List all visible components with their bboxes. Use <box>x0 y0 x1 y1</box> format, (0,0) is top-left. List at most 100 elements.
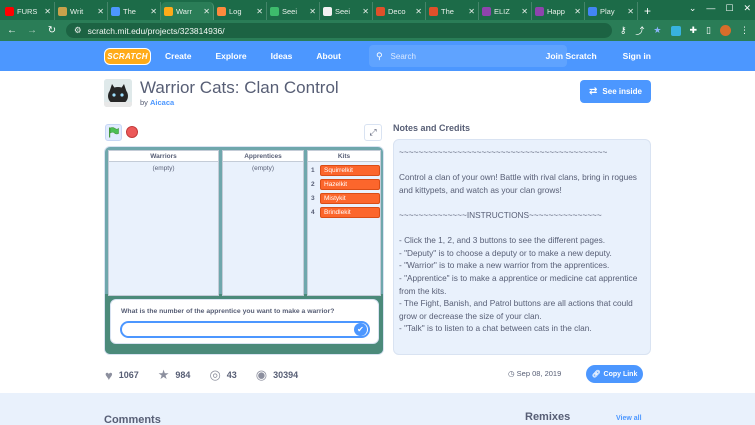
browser-tab[interactable]: Log ✕ <box>214 2 267 20</box>
nav-about[interactable]: About <box>310 51 347 61</box>
maximize-icon[interactable]: ☐ <box>725 3 733 14</box>
fullscreen-icon: ⤢ <box>369 127 377 137</box>
tab-close-icon[interactable]: ✕ <box>362 7 369 16</box>
tab-close-icon[interactable]: ✕ <box>468 7 475 16</box>
list-item-value[interactable]: Brindlekit <box>320 206 380 218</box>
tab-close-icon[interactable]: ✕ <box>203 7 210 16</box>
list-item: 4 Brindlekit <box>308 206 380 218</box>
favorite-stat[interactable]: ★ 984 <box>158 367 191 383</box>
tab-favicon-icon <box>270 6 279 16</box>
project-stats: ♥ 1067 ★ 984 ◎ 43 ◉ 30394 <box>105 367 317 383</box>
browser-tab[interactable]: Happ ✕ <box>532 2 585 20</box>
browser-tab[interactable]: ELIZ ✕ <box>479 2 532 20</box>
eye-icon: ◉ <box>255 367 268 382</box>
ask-question: What is the number of the apprentice you… <box>121 308 335 315</box>
site-info-icon[interactable]: ⚙ <box>74 25 82 36</box>
list-item-value[interactable]: Squirrelkit <box>320 164 380 176</box>
notes-text: ~~~~~~~~~~~~~~~~~~~~~~~~~~~~~~~~~~~~~~~~… <box>393 139 651 355</box>
new-tab-button[interactable]: + <box>638 2 657 20</box>
view-all-link[interactable]: View all <box>616 415 642 422</box>
nav-auth: Join Scratch Sign in <box>546 51 651 61</box>
tab-close-icon[interactable]: ✕ <box>256 7 263 16</box>
profile-avatar[interactable] <box>720 25 731 36</box>
nav-ideas[interactable]: Ideas <box>265 51 299 61</box>
scratch-logo[interactable]: SCRATCH <box>104 47 151 65</box>
list-item-index: 2 <box>311 180 315 188</box>
notes-title: Notes and Credits <box>393 123 471 133</box>
list-item-value[interactable]: Mistykit <box>320 192 380 204</box>
tab-favicon-icon <box>429 6 438 16</box>
join-scratch-link[interactable]: Join Scratch <box>546 51 597 61</box>
url-field[interactable]: ⚙ scratch.mit.edu/projects/323814936/ <box>66 23 612 38</box>
answer-input[interactable]: ✔ <box>120 321 370 338</box>
tab-close-icon[interactable]: ✕ <box>309 7 316 16</box>
tab-favicon-icon <box>482 6 491 16</box>
forward-icon[interactable]: → <box>26 25 38 36</box>
list-monitor-warriors: Warriors (empty) <box>108 150 219 296</box>
search-input[interactable]: ⚲ Search <box>368 45 567 67</box>
key-icon[interactable]: ⚷ <box>620 25 627 36</box>
browser-tab[interactable]: FURS ✕ <box>2 2 55 20</box>
close-window-icon[interactable]: ✕ <box>743 3 751 14</box>
back-icon[interactable]: ← <box>6 25 18 36</box>
love-stat[interactable]: ♥ 1067 <box>105 368 139 383</box>
minimize-icon[interactable]: — <box>706 3 715 14</box>
extension-icon[interactable] <box>670 25 681 36</box>
browser-tab[interactable]: Play ✕ <box>585 2 638 20</box>
list-item-value[interactable]: Hazelkit <box>320 178 380 190</box>
chevron-down-icon[interactable]: ⌄ <box>689 3 697 14</box>
tab-close-icon[interactable]: ✕ <box>574 7 581 16</box>
remixes-heading: Remixes <box>525 411 571 423</box>
browser-tab[interactable]: Deco ✕ <box>373 2 426 20</box>
tab-favicon-icon <box>323 6 332 16</box>
puzzle-icon[interactable]: ✚ <box>690 25 698 36</box>
stop-button[interactable] <box>126 126 138 138</box>
window-controls: ⌄ — ☐ ✕ <box>689 3 751 14</box>
reload-icon[interactable]: ↻ <box>46 25 58 36</box>
tab-favicon-icon <box>58 6 67 16</box>
sign-in-link[interactable]: Sign in <box>623 51 651 61</box>
fullscreen-button[interactable]: ⤢ <box>364 124 382 141</box>
project-title: Warrior Cats: Clan Control <box>140 78 339 97</box>
list-item: 1 Squirrelkit <box>308 164 380 176</box>
author-link[interactable]: Aicaca <box>150 98 174 107</box>
url-text: scratch.mit.edu/projects/323814936/ <box>87 25 225 36</box>
search-placeholder: Search <box>390 51 416 61</box>
green-flag-icon <box>109 127 119 138</box>
tab-favicon-icon <box>5 6 14 16</box>
green-flag-button[interactable] <box>105 124 122 141</box>
tab-close-icon[interactable]: ✕ <box>521 7 528 16</box>
see-inside-button[interactable]: ⇄ See inside <box>580 80 651 103</box>
list-empty-text: (empty) <box>152 165 175 172</box>
nav-explore[interactable]: Explore <box>209 51 252 61</box>
star-icon[interactable]: ★ <box>653 25 661 36</box>
browser-tab-strip: FURS ✕ Writ ✕ The ✕ Warr ✕ Log ✕ Seei ✕ Seei ✕ Deco ✕ Th… <box>0 0 755 20</box>
tab-close-icon[interactable]: ✕ <box>97 7 104 16</box>
copy-link-button[interactable]: 🔗︎ Copy Link <box>586 365 643 383</box>
menu-icon[interactable]: ⋮ <box>740 25 749 36</box>
browser-tab[interactable]: The ✕ <box>426 2 479 20</box>
list-item: 3 Mistykit <box>308 192 380 204</box>
link-icon: 🔗︎ <box>591 371 601 378</box>
tab-close-icon[interactable]: ✕ <box>627 7 634 16</box>
nav-create[interactable]: Create <box>159 51 197 61</box>
tab-close-icon[interactable]: ✕ <box>44 7 51 16</box>
address-bar: ← → ↻ ⚙ scratch.mit.edu/projects/3238149… <box>0 20 755 41</box>
submit-answer-button[interactable]: ✔ <box>354 323 367 336</box>
browser-tab[interactable]: Warr ✕ <box>161 2 214 20</box>
browser-tab[interactable]: Writ ✕ <box>55 2 108 20</box>
sidebar-icon[interactable]: ▯ <box>706 25 711 36</box>
tab-title: Happ <box>547 6 565 16</box>
project-thumbnail <box>104 79 132 107</box>
browser-tab[interactable]: Seei ✕ <box>320 2 373 20</box>
tab-close-icon[interactable]: ✕ <box>150 7 157 16</box>
browser-tab[interactable]: Seei ✕ <box>267 2 320 20</box>
favorite-count: 984 <box>175 370 191 380</box>
share-icon[interactable]: ⤴ <box>635 24 644 37</box>
view-count: 30394 <box>273 370 299 380</box>
browser-tab[interactable]: The ✕ <box>108 2 161 20</box>
project-stage[interactable]: Warriors (empty) Apprentices (empty) Kit… <box>104 146 384 355</box>
list-item-index: 4 <box>311 208 315 216</box>
remix-spiral-icon: ◎ <box>209 367 221 382</box>
tab-close-icon[interactable]: ✕ <box>415 7 422 16</box>
